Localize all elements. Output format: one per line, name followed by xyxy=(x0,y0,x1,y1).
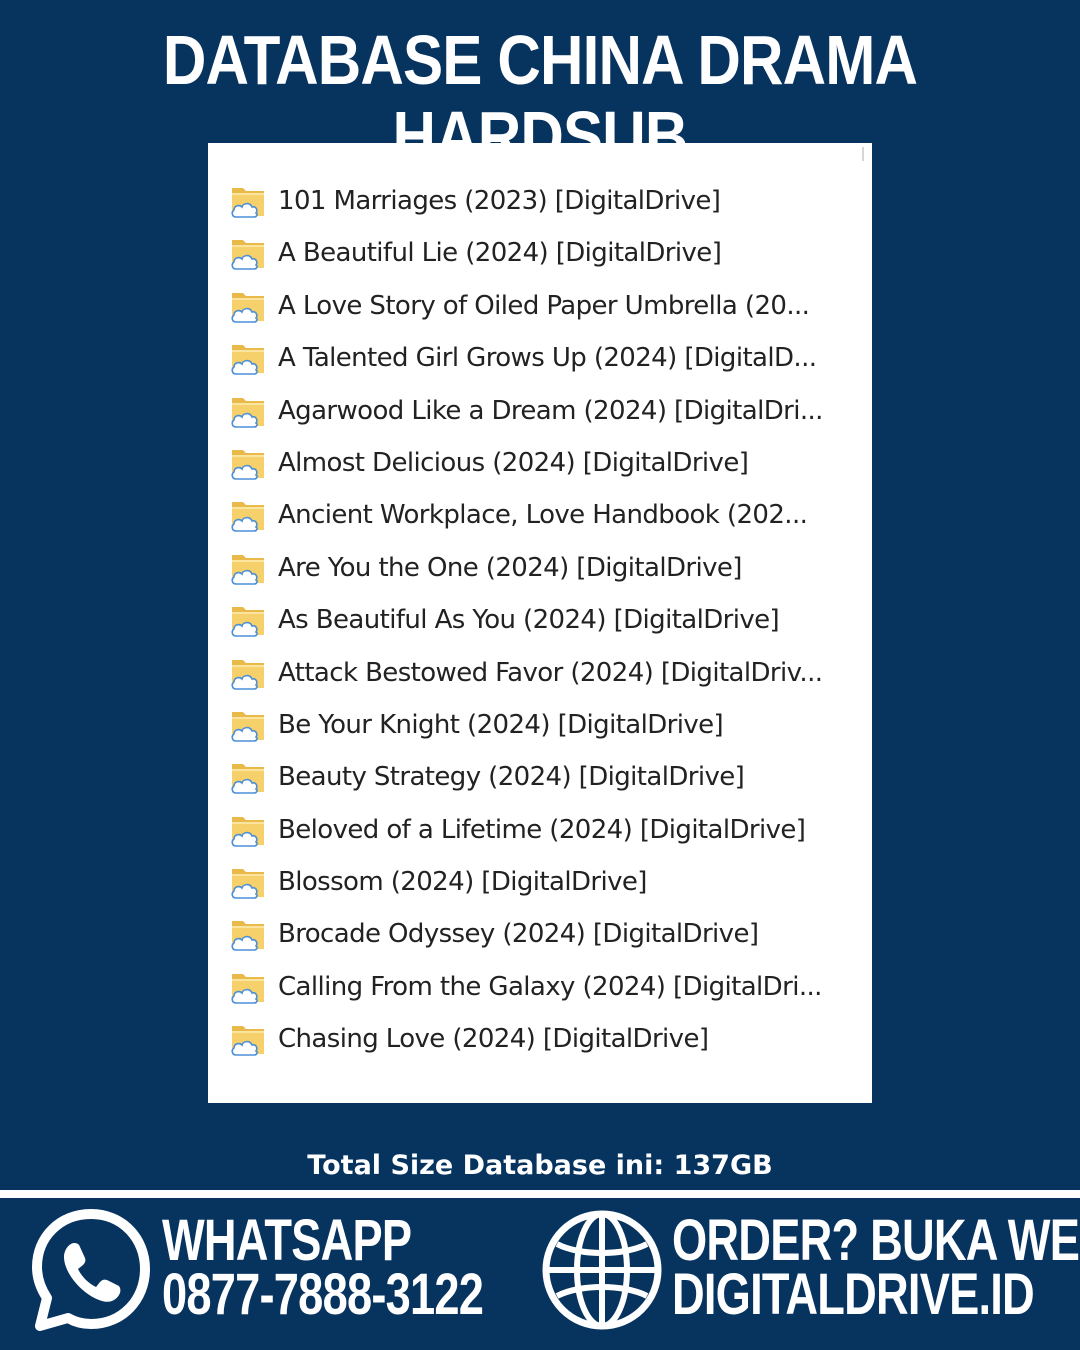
folder-list: 101 Marriages (2023) [DigitalDrive] A Bea… xyxy=(208,175,872,1066)
folder-name: Blossom (2024) [DigitalDrive] xyxy=(278,867,647,898)
folder-item[interactable]: Brocade Odyssey (2024) [DigitalDrive] xyxy=(208,908,872,960)
cloud-folder-icon xyxy=(231,345,264,375)
folder-name: Agarwood Like a Dream (2024) [DigitalDri… xyxy=(278,395,823,426)
whatsapp-contact[interactable]: WHATSAPP 0877-7888-3122 xyxy=(162,1208,542,1324)
scrollbar[interactable] xyxy=(862,147,864,161)
folder-name: Beauty Strategy (2024) [DigitalDrive] xyxy=(278,762,745,793)
folder-item[interactable]: A Beautiful Lie (2024) [DigitalDrive] xyxy=(208,227,872,279)
folder-name: A Love Story of Oiled Paper Umbrella (20… xyxy=(278,290,810,321)
folder-name: Are You the One (2024) [DigitalDrive] xyxy=(278,552,742,583)
folder-item[interactable]: Are You the One (2024) [DigitalDrive] xyxy=(208,542,872,594)
folder-name: Be Your Knight (2024) [DigitalDrive] xyxy=(278,709,724,740)
folder-item[interactable]: Ancient Workplace, Love Handbook (202... xyxy=(208,489,872,541)
folder-item[interactable]: Beauty Strategy (2024) [DigitalDrive] xyxy=(208,751,872,803)
cloud-folder-icon xyxy=(231,449,264,480)
folder-item[interactable]: Agarwood Like a Dream (2024) [DigitalDri… xyxy=(208,385,872,437)
folder-name: Brocade Odyssey (2024) [DigitalDrive] xyxy=(278,919,759,950)
folder-item[interactable]: 101 Marriages (2023) [DigitalDrive] xyxy=(208,175,872,227)
cloud-folder-icon xyxy=(231,240,264,271)
folder-name: A Beautiful Lie (2024) [DigitalDrive] xyxy=(278,238,722,269)
website-link[interactable]: DIGITALDRIVE.ID xyxy=(672,1266,1035,1324)
cloud-folder-icon xyxy=(231,711,264,742)
total-size-label: Total Size Database ini: 137GB xyxy=(307,1150,773,1181)
folder-item[interactable]: A Talented Girl Grows Up (2024) [Digital… xyxy=(208,332,872,384)
cloud-folder-icon xyxy=(231,502,264,533)
folder-name: A Talented Girl Grows Up (2024) [Digital… xyxy=(278,343,817,374)
folder-name: 101 Marriages (2023) [DigitalDrive] xyxy=(278,186,721,216)
cloud-folder-icon xyxy=(231,764,264,795)
folder-item[interactable]: A Love Story of Oiled Paper Umbrella (20… xyxy=(208,280,872,332)
cloud-folder-icon xyxy=(231,973,264,1004)
folder-item[interactable]: Chasing Love (2024) [DigitalDrive] xyxy=(208,1013,872,1065)
divider xyxy=(0,1190,1080,1198)
cloud-folder-icon xyxy=(231,188,264,218)
folder-item[interactable]: As Beautiful As You (2024) [DigitalDrive… xyxy=(208,594,872,646)
whatsapp-label: WHATSAPP xyxy=(162,1208,412,1273)
folder-name: Ancient Workplace, Love Handbook (202... xyxy=(278,500,808,531)
whatsapp-number[interactable]: 0877-7888-3122 xyxy=(162,1266,484,1324)
order-label: ORDER? BUKA WEB xyxy=(672,1208,1080,1273)
folder-name: Calling From the Galaxy (2024) [DigitalD… xyxy=(278,971,822,1002)
cloud-folder-icon xyxy=(231,397,264,428)
globe-icon[interactable] xyxy=(540,1208,664,1332)
cloud-folder-icon xyxy=(231,292,264,323)
folder-item[interactable]: Attack Bestowed Favor (2024) [DigitalDri… xyxy=(208,647,872,699)
folder-name: Chasing Love (2024) [DigitalDrive] xyxy=(278,1024,709,1055)
cloud-folder-icon xyxy=(231,1026,264,1057)
footer: WHATSAPP 0877-7888-3122 ORDER? BUKA WEB … xyxy=(0,1198,1080,1350)
cloud-folder-icon xyxy=(231,921,264,952)
folder-item[interactable]: Beloved of a Lifetime (2024) [DigitalDri… xyxy=(208,804,872,856)
cloud-folder-icon xyxy=(231,607,264,637)
folder-item[interactable]: Be Your Knight (2024) [DigitalDrive] xyxy=(208,699,872,751)
whatsapp-icon[interactable] xyxy=(30,1208,152,1334)
website-contact[interactable]: ORDER? BUKA WEB DIGITALDRIVE.ID xyxy=(672,1208,1080,1324)
folder-item[interactable]: Calling From the Galaxy (2024) [DigitalD… xyxy=(208,961,872,1013)
cloud-folder-icon xyxy=(231,554,264,585)
cloud-folder-icon xyxy=(231,869,264,899)
folder-item[interactable]: Almost Delicious (2024) [DigitalDrive] xyxy=(208,437,872,489)
folder-name: Almost Delicious (2024) [DigitalDrive] xyxy=(278,447,749,478)
folder-item[interactable]: Blossom (2024) [DigitalDrive] xyxy=(208,856,872,908)
folder-name: As Beautiful As You (2024) [DigitalDrive… xyxy=(278,605,780,636)
cloud-folder-icon xyxy=(231,659,264,690)
folder-name: Beloved of a Lifetime (2024) [DigitalDri… xyxy=(278,814,806,845)
folder-name: Attack Bestowed Favor (2024) [DigitalDri… xyxy=(278,657,823,688)
cloud-folder-icon xyxy=(231,816,264,847)
file-explorer-panel[interactable]: 101 Marriages (2023) [DigitalDrive] A Bea… xyxy=(208,143,872,1103)
